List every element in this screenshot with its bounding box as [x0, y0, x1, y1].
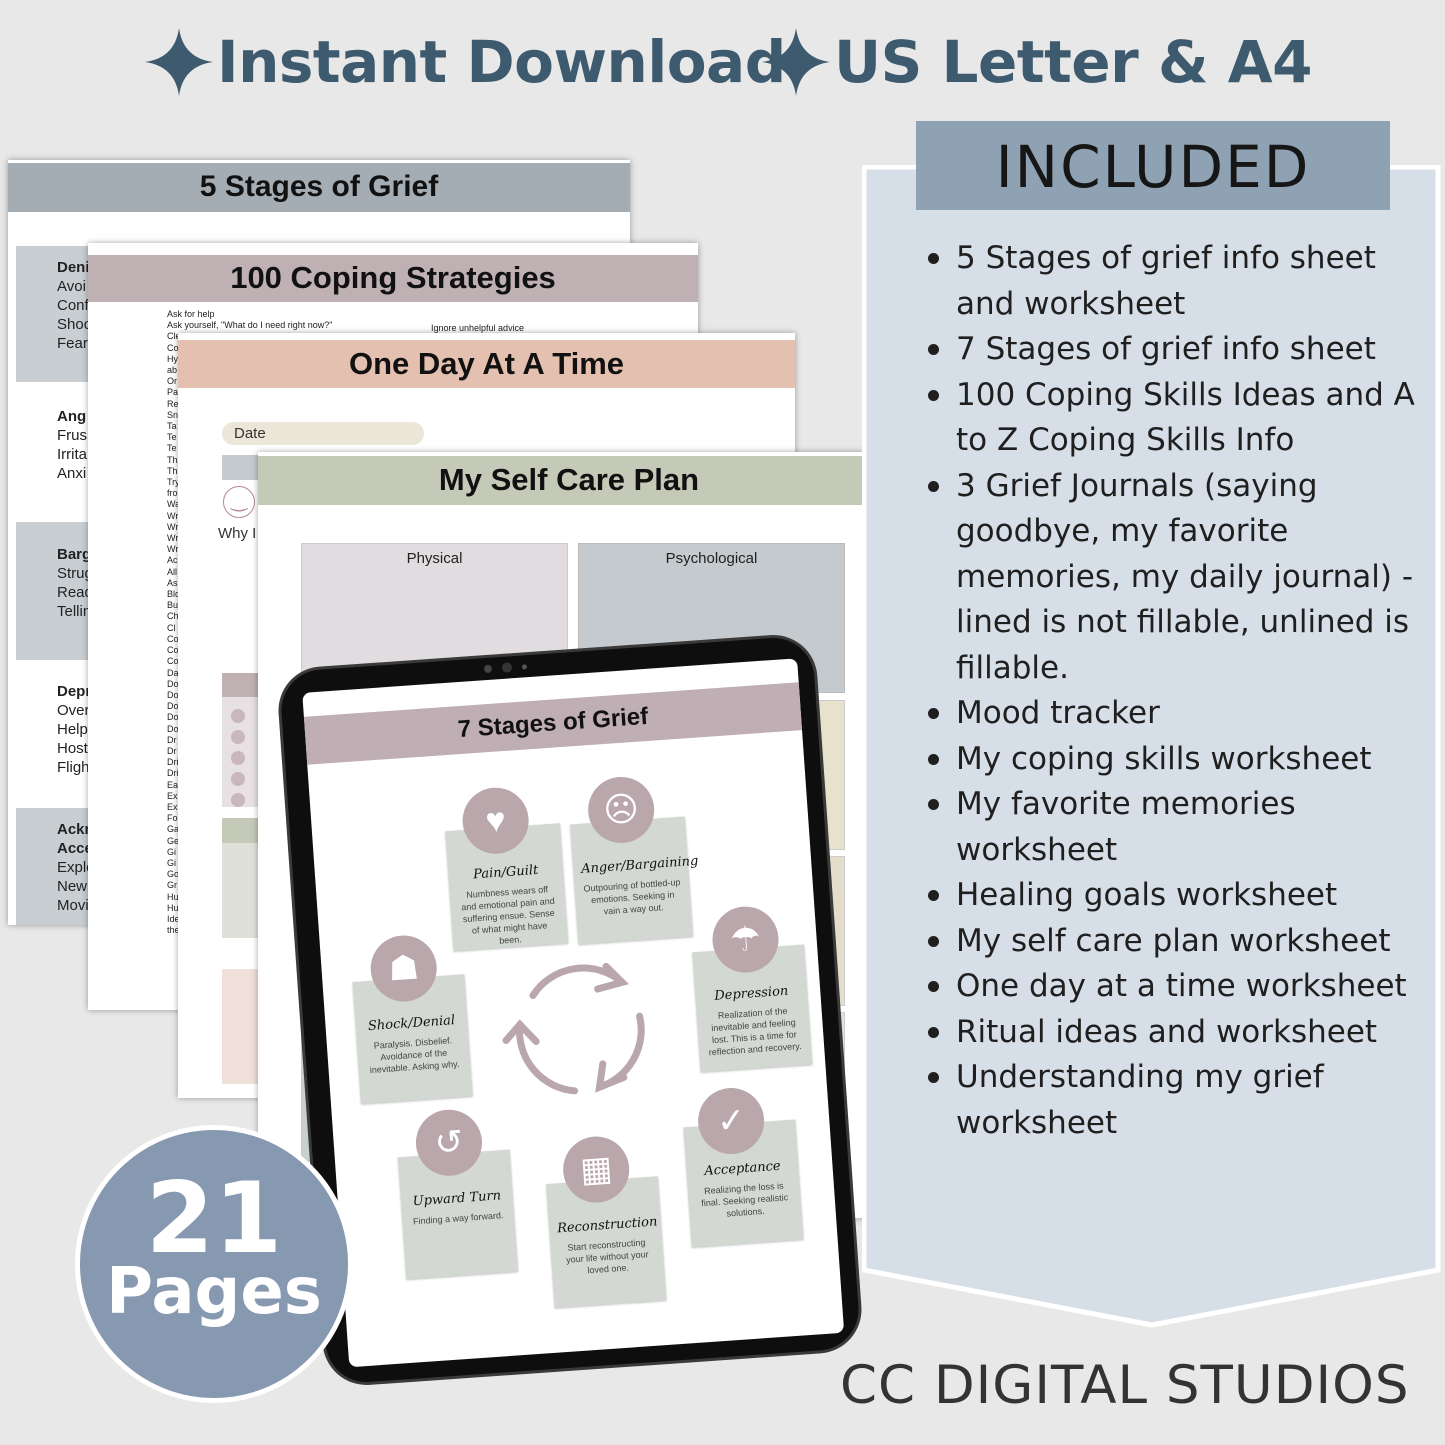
coping-list-item: Ask for help [167, 309, 215, 319]
section-bar [222, 818, 262, 843]
stage-description: Realization of the inevitable and feelin… [708, 1005, 802, 1058]
page-count: 21 [145, 1162, 283, 1276]
page-title: My Self Care Plan [438, 462, 700, 497]
stage-name: Pain/Guilt [472, 862, 539, 883]
stage-description: Paralysis. Disbelief. Avoidance of the i… [369, 1035, 460, 1076]
page-count-badge: 21 Pages [75, 1125, 353, 1403]
stage-name: Reconstruction [556, 1214, 658, 1237]
stage-description: Finding a way forward. [412, 1210, 504, 1227]
stage-section: Depr Over Help Host Fligh [57, 682, 91, 777]
section-area [222, 843, 262, 938]
stage-name: Upward Turn [412, 1188, 502, 1210]
mood-dots [222, 697, 262, 807]
psychological-label: Psychological [665, 550, 758, 567]
coping-list-item: Ask yourself, "What do I need right now?… [167, 320, 333, 331]
instant-download-label: Instant Download [217, 28, 786, 96]
four-point-star-icon [762, 28, 830, 96]
stage-line: Depr [57, 683, 92, 700]
included-list: 5 Stages of grief info sheet and workshe… [928, 236, 1428, 1146]
stage-description: Outpouring of bottled-up emotions. Seeki… [583, 877, 681, 917]
physical-label: Physical [406, 550, 463, 567]
included-item: My self care plan worksheet [928, 919, 1428, 965]
included-item: 3 Grief Journals (saying goodbye, my fav… [928, 464, 1428, 692]
stage-line: Shoc [57, 316, 92, 333]
stage-name: Acceptance [703, 1158, 782, 1179]
included-item: One day at a time worksheet [928, 964, 1428, 1010]
section-area [222, 969, 262, 1084]
stage-name: Depression [713, 983, 789, 1004]
stage-name: Anger/Bargaining [580, 853, 699, 877]
section-bar [222, 673, 262, 697]
camera-icon [483, 660, 545, 674]
paper-size-label: US Letter & A4 [834, 28, 1312, 96]
smiley-icon: ‿ [223, 486, 255, 518]
stage-description: Realizing the loss is final. Seeking rea… [700, 1180, 789, 1219]
included-item: Mood tracker [928, 691, 1428, 737]
included-item: Understanding my grief worksheet [928, 1055, 1428, 1146]
stage-line: Help [57, 721, 88, 738]
included-item: My coping skills worksheet [928, 737, 1428, 783]
stage-description: Numbness wears off and emotional pain an… [460, 884, 555, 946]
included-item: 100 Coping Skills Ideas and A to Z Copin… [928, 373, 1428, 464]
included-item: Ritual ideas and worksheet [928, 1010, 1428, 1056]
stage-line: Frus [57, 427, 87, 444]
stage-description: Start reconstructing your life without y… [565, 1237, 649, 1276]
page-title: One Day At A Time [348, 346, 625, 381]
included-item: 7 Stages of grief info sheet [928, 327, 1428, 373]
stage-line: Fear [57, 335, 88, 352]
included-item: My favorite memories worksheet [928, 782, 1428, 873]
stage-line: Fligh [57, 759, 90, 776]
four-point-star-icon [145, 28, 213, 96]
stage-line: Over [57, 702, 90, 719]
stage-line: Conf [57, 297, 89, 314]
section-bar [222, 455, 262, 480]
stage-section: Deni Avoi Conf Shoc Fear [57, 258, 91, 353]
stage-line: Avoi [57, 278, 86, 295]
included-item: 5 Stages of grief info sheet and workshe… [928, 236, 1428, 327]
stage-line: Irrita [57, 446, 87, 463]
stage-section: Ang Frus Irrita Anxi [57, 407, 87, 483]
included-heading: INCLUDED [916, 121, 1390, 210]
why-label: Why I [218, 525, 257, 542]
circular-arrows-icon [502, 962, 645, 1095]
stage-line: Deni [57, 259, 90, 276]
stage-line: Anxi [57, 465, 87, 482]
date-field[interactable]: Date [222, 422, 424, 445]
included-item: Healing goals worksheet [928, 873, 1428, 919]
stage-name: Shock/Denial [367, 1013, 456, 1035]
brand-name: CC DIGITAL STUDIOS [840, 1355, 1410, 1416]
page-title: 100 Coping Strategies [230, 260, 556, 295]
date-label: Date [234, 425, 266, 442]
page-title: 5 Stages of Grief [199, 170, 439, 203]
stage-line: Ang [57, 408, 87, 425]
stage-line: Host [57, 740, 88, 757]
page-count-label: Pages [106, 1255, 322, 1329]
tablet-mockup: 7 Stages of Grief Pain/Guilt Numbness wea… [275, 632, 865, 1388]
tablet-screen: 7 Stages of Grief Pain/Guilt Numbness wea… [302, 658, 845, 1368]
